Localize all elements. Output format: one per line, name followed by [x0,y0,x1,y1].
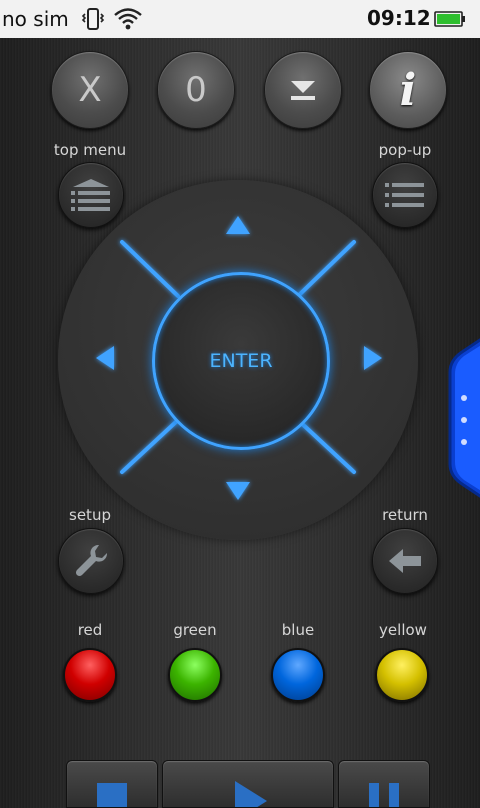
stop-button[interactable] [66,760,158,808]
clock: 09:12 [367,6,431,30]
pause-button[interactable] [338,760,430,808]
info-button[interactable]: i [369,51,447,129]
info-icon: i [399,64,417,116]
green-button[interactable] [168,648,222,702]
zero-button[interactable]: 0 [157,51,235,129]
play-button[interactable] [162,760,334,808]
carrier-label: no sim [2,7,69,31]
dpad-up-button[interactable] [198,196,278,256]
back-arrow-icon [389,549,421,573]
yellow-button[interactable] [375,648,429,702]
setup-button[interactable] [58,528,124,594]
play-icon [235,781,267,807]
eject-button[interactable] [264,51,342,129]
eject-icon [291,81,315,100]
stop-icon [97,783,127,807]
yellow-label: yellow [379,621,427,639]
top-menu-label: top menu [53,141,127,159]
pause-icon [369,783,399,807]
wrench-icon [75,544,108,577]
dpad-right-button[interactable] [340,318,400,398]
status-bar: no sim 09:12 [0,0,480,38]
blue-label: blue [281,621,315,639]
x-button-label: X [78,70,102,110]
blue-button[interactable] [271,648,325,702]
setup-label: setup [69,506,111,524]
red-button[interactable] [63,648,117,702]
wifi-icon [113,8,142,30]
enter-button[interactable]: ENTER [152,272,330,450]
return-label: return [382,506,428,524]
dpad-left-button[interactable] [76,318,136,398]
red-label: red [77,621,103,639]
popup-label: pop-up [378,141,432,159]
enter-label: ENTER [209,350,273,372]
green-label: green [173,621,217,639]
battery-icon [434,11,465,27]
zero-button-label: 0 [185,70,207,110]
dpad-down-button[interactable] [198,460,278,520]
side-drawer-handle[interactable] [446,336,480,500]
vibrate-icon [79,5,107,33]
x-button[interactable]: X [51,51,129,129]
return-button[interactable] [372,528,438,594]
